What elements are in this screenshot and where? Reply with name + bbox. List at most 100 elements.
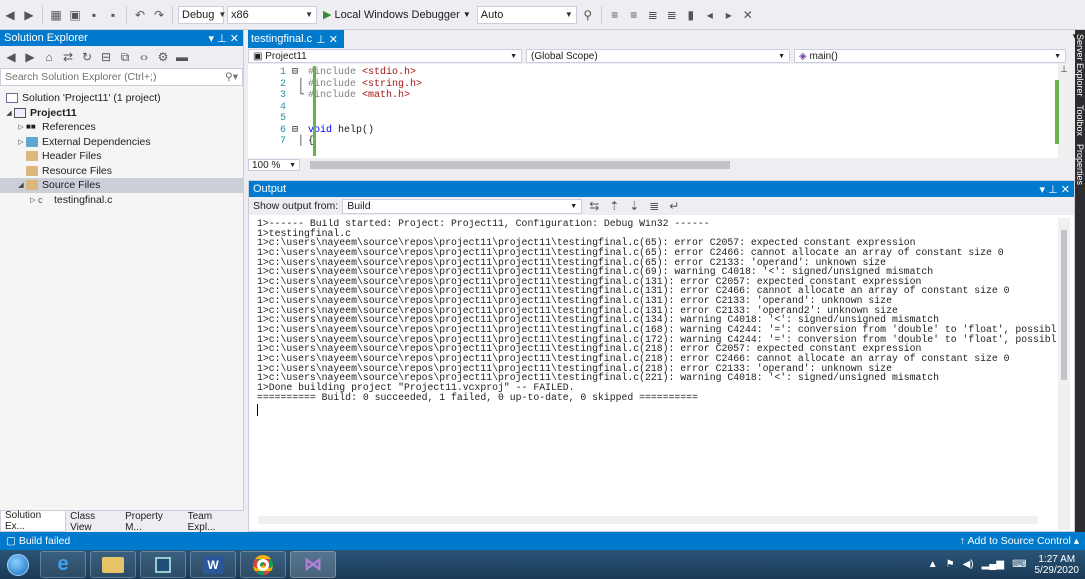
taskbar-chrome[interactable]: [240, 551, 286, 578]
clock[interactable]: 1:27 AM 5/29/2020: [1035, 554, 1080, 576]
run-debugger-button[interactable]: ▶ Local Windows Debugger ▼: [320, 6, 474, 24]
close-icon[interactable]: ✕: [329, 34, 338, 46]
split-editor-icon[interactable]: ⊥: [1058, 64, 1070, 74]
show-all-files-icon[interactable]: ⧉: [117, 49, 133, 65]
align-icon[interactable]: ≡: [626, 7, 642, 23]
scope-combo-value: (Global Scope): [531, 50, 598, 62]
new-project-icon[interactable]: ▦: [48, 7, 64, 23]
zoom-select[interactable]: 100 % ▼: [248, 159, 300, 171]
pin-icon[interactable]: ▾ ⊥: [1040, 184, 1058, 196]
find-icon[interactable]: ⚲: [580, 7, 596, 23]
taskbar-file-explorer[interactable]: [90, 551, 136, 578]
bookmark-icon[interactable]: ▮: [683, 7, 699, 23]
uncomment-icon[interactable]: ≣: [664, 7, 680, 23]
tray-expand-icon[interactable]: ▲: [928, 559, 938, 570]
back-icon[interactable]: ◀: [3, 49, 19, 65]
network-icon[interactable]: ▂▄▆: [982, 559, 1004, 570]
tab-team-explorer[interactable]: Team Expl...: [184, 511, 244, 533]
tab-solution-explorer[interactable]: Solution Ex...: [0, 510, 67, 532]
tab-server-explorer[interactable]: Server Explorer: [1075, 30, 1085, 101]
tree-item-resource-files[interactable]: Resource Files: [0, 164, 243, 179]
run-mode-select[interactable]: Auto ▼: [476, 5, 577, 24]
start-button[interactable]: [0, 551, 36, 578]
tree-item-solution[interactable]: Solution 'Project11' (1 project): [0, 91, 243, 106]
volume-icon[interactable]: ◀): [963, 559, 974, 570]
tree-item-external-dependencies[interactable]: ▷ External Dependencies: [0, 135, 243, 150]
pin-icon[interactable]: ▾ ⊥: [209, 33, 227, 45]
tree-item-testingfinal[interactable]: ▷ c testingfinal.c: [0, 193, 243, 208]
tree-item-references[interactable]: ▷ ■■ References: [0, 120, 243, 135]
tab-class-view[interactable]: Class View: [66, 511, 121, 533]
align-icon[interactable]: ≡: [607, 7, 623, 23]
output-source-select[interactable]: Build ▼: [342, 198, 583, 214]
tab-properties[interactable]: Properties: [1075, 140, 1085, 189]
undo-icon[interactable]: ↶: [132, 7, 148, 23]
save-icon[interactable]: ▪: [86, 7, 102, 23]
flag-icon[interactable]: ⚑: [946, 559, 955, 570]
line-number: 1: [279, 67, 286, 78]
project-combo[interactable]: ▣ Project11 ▼: [248, 49, 522, 63]
tree-item-source-files[interactable]: ◢ Source Files: [0, 178, 243, 193]
expanded-triangle-icon[interactable]: ◢: [16, 181, 26, 189]
add-to-source-control-button[interactable]: ↑ Add to Source Control ▴: [960, 535, 1079, 547]
taskbar-word[interactable]: W: [190, 551, 236, 578]
bookmark-prev-icon[interactable]: ◂: [702, 7, 718, 23]
chevron-down-icon: ▼: [778, 52, 785, 60]
refresh-icon[interactable]: ↻: [79, 49, 95, 65]
member-combo[interactable]: ◈ main() ▼: [794, 49, 1066, 63]
comment-icon[interactable]: ≣: [645, 7, 661, 23]
taskbar-visual-studio[interactable]: ⋈: [290, 551, 336, 578]
tab-property-manager[interactable]: Property M...: [121, 511, 184, 533]
collapse-all-icon[interactable]: ⊟: [98, 49, 114, 65]
prev-message-icon[interactable]: ⇡: [606, 198, 622, 214]
save-all-icon[interactable]: ▪: [105, 7, 121, 23]
pin-icon[interactable]: ⊥: [316, 34, 326, 46]
next-message-icon[interactable]: ⇣: [626, 198, 642, 214]
bookmark-clear-icon[interactable]: ✕: [740, 7, 756, 23]
expanded-triangle-icon[interactable]: ◢: [4, 109, 14, 117]
forward-icon[interactable]: ▶: [22, 49, 38, 65]
tab-testingfinal[interactable]: testingfinal.c ⊥ ✕: [248, 30, 344, 48]
output-text[interactable]: 1>------ Build started: Project: Project…: [257, 219, 1057, 417]
properties-icon[interactable]: ⚙: [155, 49, 171, 65]
close-icon[interactable]: ✕: [1061, 184, 1070, 196]
output-scroll-thumb[interactable]: [1061, 230, 1067, 380]
media-player-icon: [155, 556, 171, 573]
c-file-icon: c: [38, 194, 43, 205]
collapsed-triangle-icon[interactable]: ▷: [16, 123, 26, 131]
editor-horizontal-scrollbar[interactable]: [310, 161, 730, 169]
bookmark-next-icon[interactable]: ▸: [721, 7, 737, 23]
forward-nav-icon[interactable]: ▶: [21, 7, 37, 23]
collapsed-triangle-icon[interactable]: ▷: [28, 196, 38, 204]
chevron-up-icon: ▴: [1073, 535, 1079, 547]
platform-select[interactable]: x86 ▼: [227, 5, 317, 24]
fold-icon[interactable]: ⊟: [292, 125, 308, 137]
open-folder-icon[interactable]: ▣: [67, 7, 83, 23]
config-select[interactable]: Debug ▼: [178, 5, 226, 24]
scope-combo[interactable]: (Global Scope) ▼: [526, 49, 790, 63]
text-caret: [257, 404, 258, 417]
solution-search-input[interactable]: Search Solution Explorer (Ctrl+;) ⚲▾: [0, 68, 243, 86]
preview-icon[interactable]: ▬: [174, 49, 190, 65]
tree-item-project[interactable]: ◢ Project11: [0, 106, 243, 121]
clear-all-icon[interactable]: ≣: [646, 198, 662, 214]
taskbar-media-player[interactable]: [140, 551, 186, 578]
collapsed-triangle-icon[interactable]: ▷: [16, 138, 26, 146]
back-nav-icon[interactable]: ◀: [2, 7, 18, 23]
taskbar-internet-explorer[interactable]: e: [40, 551, 86, 578]
word-wrap-icon[interactable]: ↵: [666, 198, 682, 214]
code-editor[interactable]: 1 ⊟ #include <stdio.h> 2 │ #include <string…: [248, 64, 1070, 158]
redo-icon[interactable]: ↷: [151, 7, 167, 23]
home-icon[interactable]: ⌂: [41, 49, 57, 65]
tab-toolbox[interactable]: Toolbox: [1075, 101, 1085, 140]
keyboard-icon[interactable]: ⌨: [1012, 559, 1026, 570]
editor-navigation-bar: ▣ Project11 ▼ (Global Scope) ▼ ◈ main() …: [248, 48, 1075, 64]
sync-icon[interactable]: ⇄: [60, 49, 76, 65]
close-icon[interactable]: ✕: [230, 33, 239, 45]
output-horizontal-scrollbar[interactable]: [258, 516, 1038, 524]
view-code-icon[interactable]: ‹›: [136, 49, 152, 65]
find-message-icon[interactable]: ⇆: [586, 198, 602, 214]
tree-item-header-files[interactable]: Header Files: [0, 149, 243, 164]
editor-vertical-scrollbar[interactable]: [1058, 64, 1070, 158]
fold-icon[interactable]: ⊟: [292, 67, 308, 79]
